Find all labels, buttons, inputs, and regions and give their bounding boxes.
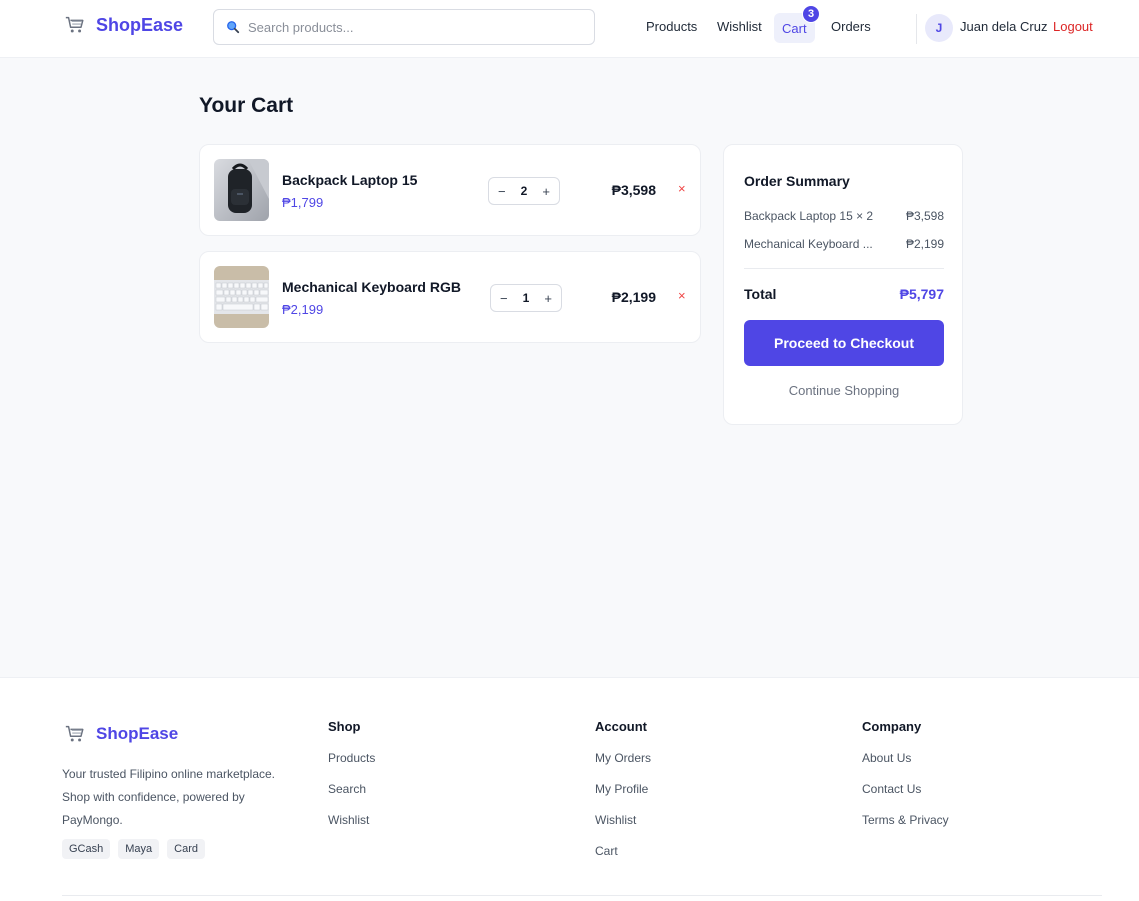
- nav-products-link[interactable]: Products: [646, 19, 697, 34]
- backpack-image: [214, 159, 269, 221]
- footer-column-title: Account: [595, 719, 647, 734]
- footer-link[interactable]: Products: [328, 751, 375, 782]
- decrease-quantity-button[interactable]: −: [498, 184, 506, 199]
- summary-line-amount: ₱3,598: [905, 209, 944, 223]
- user-avatar[interactable]: J: [925, 14, 953, 42]
- summary-line: Backpack Laptop 15 × 2 ₱3,598: [744, 209, 944, 223]
- quantity-stepper: − 1 +: [490, 284, 562, 312]
- user-name[interactable]: Juan dela Cruz: [960, 19, 1047, 34]
- payment-badge-maya: Maya: [118, 839, 160, 859]
- increase-quantity-button[interactable]: +: [544, 291, 552, 306]
- total-amount: ₱5,797: [899, 286, 944, 302]
- cart-count-badge: 3: [802, 5, 820, 23]
- continue-shopping-link[interactable]: Continue Shopping: [744, 383, 944, 398]
- item-unit-price: ₱1,799: [282, 195, 324, 210]
- search-input[interactable]: [248, 19, 578, 35]
- backpack-photo[interactable]: [214, 159, 269, 221]
- quantity-value: 2: [520, 184, 528, 198]
- summary-line-label: Backpack Laptop 15 × 2: [744, 209, 874, 223]
- item-subtotal: ₱3,598: [611, 182, 656, 198]
- order-summary-title: Order Summary: [744, 173, 850, 189]
- footer-brand-name: ShopEase: [96, 724, 179, 743]
- quantity-stepper: − 2 +: [488, 177, 560, 205]
- payment-methods: GCash Maya Card: [62, 839, 205, 859]
- site-footer: ShopEase Your trusted Filipino online ma…: [0, 677, 1139, 901]
- page-title: Your Cart: [199, 94, 294, 117]
- footer-link[interactable]: Cart: [595, 844, 651, 875]
- summary-line-amount: ₱2,199: [905, 237, 944, 251]
- proceed-to-checkout-button[interactable]: Proceed to Checkout: [744, 320, 944, 366]
- cart-item: Backpack Laptop 15 ₱1,799 − 2 + ₱3,598 ×: [199, 144, 701, 236]
- summary-divider: [744, 268, 944, 269]
- footer-column-title: Company: [862, 719, 922, 734]
- footer-divider: [62, 895, 1102, 896]
- footer-tagline: Your trusted Filipino online marketplace…: [62, 767, 276, 827]
- item-name[interactable]: Backpack Laptop 15: [282, 172, 417, 188]
- nav-cart-label: Cart: [782, 20, 807, 36]
- item-unit-price: ₱2,199: [282, 302, 324, 317]
- summary-total: Total ₱5,797: [744, 286, 944, 302]
- payment-badge-gcash: GCash: [62, 839, 111, 859]
- footer-column-account: Account My Orders My Profile Wishlist Ca…: [595, 719, 651, 875]
- total-label: Total: [744, 286, 777, 302]
- footer-link[interactable]: Wishlist: [595, 813, 651, 844]
- footer-link[interactable]: Terms & Privacy: [862, 813, 949, 844]
- brand-logo[interactable]: ShopEase: [64, 14, 183, 36]
- cart-item: Mechanical Keyboard RGB ₱2,199 − 1 + ₱2,…: [199, 251, 701, 343]
- quantity-value: 1: [522, 291, 530, 305]
- increase-quantity-button[interactable]: +: [542, 184, 550, 199]
- summary-line-label: Mechanical Keyboard ...: [744, 237, 873, 251]
- payment-badge-card: Card: [167, 839, 205, 859]
- footer-link[interactable]: Wishlist: [328, 813, 375, 844]
- footer-column-company: Company About Us Contact Us Terms & Priv…: [862, 719, 949, 844]
- footer-link[interactable]: Search: [328, 782, 375, 813]
- nav-wishlist-link[interactable]: Wishlist: [717, 19, 762, 34]
- top-navbar: ShopEase Products Wishlist Cart 3 Orders…: [0, 0, 1139, 58]
- nav-orders-link[interactable]: Orders: [831, 19, 871, 34]
- search-icon: [227, 21, 240, 34]
- shopping-cart-icon: [65, 16, 84, 33]
- logout-link[interactable]: Logout: [1053, 19, 1093, 34]
- summary-line: Mechanical Keyboard ... ₱2,199: [744, 237, 944, 251]
- footer-link[interactable]: About Us: [862, 751, 949, 782]
- footer-link[interactable]: My Orders: [595, 751, 651, 782]
- shopping-cart-icon: [65, 725, 84, 742]
- item-subtotal: ₱2,199: [611, 289, 656, 305]
- brand-name: ShopEase: [96, 14, 184, 35]
- footer-link[interactable]: My Profile: [595, 782, 651, 813]
- nav-divider: [916, 14, 917, 44]
- order-summary-card: Order Summary Backpack Laptop 15 × 2 ₱3,…: [723, 144, 963, 425]
- remove-item-icon[interactable]: ×: [678, 181, 688, 196]
- footer-link[interactable]: Contact Us: [862, 782, 949, 813]
- keyboard-image: [214, 266, 269, 328]
- decrease-quantity-button[interactable]: −: [500, 291, 508, 306]
- keyboard-photo[interactable]: [214, 266, 269, 328]
- footer-column-shop: Shop Products Search Wishlist: [328, 719, 375, 844]
- footer-column-title: Shop: [328, 719, 361, 734]
- remove-item-icon[interactable]: ×: [678, 288, 688, 303]
- item-name[interactable]: Mechanical Keyboard RGB: [282, 279, 461, 295]
- search-bar: [213, 9, 595, 45]
- footer-brand-logo[interactable]: ShopEase: [64, 723, 178, 745]
